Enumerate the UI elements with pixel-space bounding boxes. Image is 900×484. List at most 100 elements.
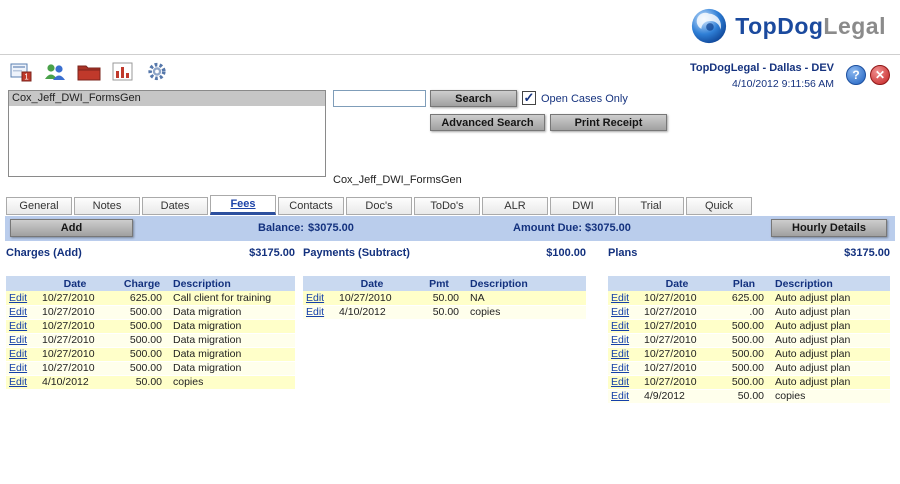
payments-section: Payments (Subtract) $100.00 Date Pmt Des… — [303, 247, 586, 320]
folder-icon[interactable] — [76, 59, 102, 84]
amount-cell: 500.00 — [114, 347, 170, 362]
help-icon[interactable]: ? — [846, 65, 866, 85]
edit-link[interactable]: Edit — [611, 362, 629, 374]
col-header-edit — [608, 276, 638, 291]
contacts-icon[interactable] — [42, 59, 68, 84]
search-button[interactable]: Search — [430, 90, 517, 107]
edit-link[interactable]: Edit — [306, 292, 324, 304]
edit-cell: Edit — [6, 319, 36, 334]
edit-link[interactable]: Edit — [9, 306, 27, 318]
description-cell: Auto adjust plan — [772, 305, 890, 320]
tab-todos[interactable]: ToDo's — [414, 197, 480, 215]
tab-contacts[interactable]: Contacts — [278, 197, 344, 215]
tab-trial[interactable]: Trial — [618, 197, 684, 215]
amount-cell: 50.00 — [114, 375, 170, 390]
edit-link[interactable]: Edit — [611, 376, 629, 388]
description-cell: Auto adjust plan — [772, 361, 890, 376]
table-row: Edit 10/27/2010 625.00 Call client for trai… — [6, 291, 295, 306]
edit-cell: Edit — [608, 319, 638, 334]
edit-link[interactable]: Edit — [611, 306, 629, 318]
edit-link[interactable]: Edit — [9, 348, 27, 360]
edit-cell: Edit — [608, 305, 638, 320]
edit-link[interactable]: Edit — [611, 320, 629, 332]
case-listbox: Cox_Jeff_DWI_FormsGen — [8, 90, 326, 177]
date-cell: 10/27/2010 — [638, 291, 716, 306]
col-header-charge: Charge — [114, 276, 170, 291]
summary-band: Add Balance: $3075.00 Amount Due: $3075.… — [5, 216, 895, 241]
edit-link[interactable]: Edit — [9, 376, 27, 388]
charges-title: Charges (Add) — [6, 247, 82, 259]
chart-icon[interactable] — [110, 59, 136, 84]
edit-link[interactable]: Edit — [611, 292, 629, 304]
table-row: Edit 10/27/2010 500.00 Auto adjust plan — [608, 319, 890, 334]
col-header-description: Description — [772, 276, 890, 291]
payments-table: Date Pmt Description Edit 10/27/2010 50.00… — [303, 276, 586, 320]
amount-cell: 625.00 — [716, 291, 772, 306]
case-list-item[interactable]: Cox_Jeff_DWI_FormsGen — [9, 91, 325, 106]
charges-table: Date Charge Description Edit 10/27/2010 62… — [6, 276, 295, 390]
amount-cell: .00 — [716, 305, 772, 320]
gear-icon[interactable] — [144, 59, 170, 84]
description-cell: Data migration — [170, 319, 295, 334]
print-receipt-button[interactable]: Print Receipt — [550, 114, 667, 131]
case-card-icon[interactable]: 1 — [8, 59, 34, 84]
logo-orb-icon — [692, 8, 727, 44]
description-cell: Auto adjust plan — [772, 347, 890, 362]
app-window: TopDogLegal 1 TopDogLegal - Dallas - DEV… — [0, 0, 900, 484]
table-row: Edit 10/27/2010 500.00 Data migration — [6, 347, 295, 362]
edit-cell: Edit — [608, 333, 638, 348]
window-buttons: ? ✕ — [846, 65, 890, 85]
tab-notes[interactable]: Notes — [74, 197, 140, 215]
description-cell: Auto adjust plan — [772, 319, 890, 334]
col-header-description: Description — [170, 276, 295, 291]
payments-title: Payments (Subtract) — [303, 247, 410, 259]
table-row: Edit 10/27/2010.00 Auto adjust plan — [608, 305, 890, 320]
description-cell: Data migration — [170, 347, 295, 362]
add-button[interactable]: Add — [10, 219, 133, 237]
tab-alr[interactable]: ALR — [482, 197, 548, 215]
tab-docs[interactable]: Doc's — [346, 197, 412, 215]
edit-link[interactable]: Edit — [9, 292, 27, 304]
tab-dwi[interactable]: DWI — [550, 197, 616, 215]
amount-due-label: Amount Due: — [513, 222, 583, 234]
amount-due-value: $3075.00 — [585, 222, 631, 234]
date-cell: 10/27/2010 — [36, 291, 114, 306]
description-cell: copies — [170, 375, 295, 390]
date-cell: 10/27/2010 — [638, 319, 716, 334]
open-cases-checkbox[interactable]: ✓ — [522, 91, 536, 105]
col-header-description: Description — [467, 276, 586, 291]
edit-link[interactable]: Edit — [306, 306, 324, 318]
edit-link[interactable]: Edit — [9, 334, 27, 346]
search-input[interactable] — [333, 90, 426, 107]
amount-cell: 500.00 — [716, 319, 772, 334]
edit-link[interactable]: Edit — [611, 390, 629, 402]
plans-section-head: Plans $3175.00 — [608, 247, 890, 261]
plans-table: Date Plan Description Edit 10/27/2010 625.… — [608, 276, 890, 404]
edit-cell: Edit — [6, 305, 36, 320]
tab-fees[interactable]: Fees — [210, 195, 276, 215]
plans-section: Plans $3175.00 Date Plan Description Edi… — [608, 247, 890, 404]
description-cell: Auto adjust plan — [772, 291, 890, 306]
tab-quick[interactable]: Quick — [686, 197, 752, 215]
edit-link[interactable]: Edit — [611, 334, 629, 346]
amount-cell: 50.00 — [716, 389, 772, 404]
tab-general[interactable]: General — [6, 197, 72, 215]
hourly-details-button[interactable]: Hourly Details — [771, 219, 887, 237]
edit-link[interactable]: Edit — [9, 320, 27, 332]
edit-link[interactable]: Edit — [9, 362, 27, 374]
tab-dates[interactable]: Dates — [142, 197, 208, 215]
description-cell: Auto adjust plan — [772, 375, 890, 390]
advanced-search-button[interactable]: Advanced Search — [430, 114, 545, 131]
edit-link[interactable]: Edit — [611, 348, 629, 360]
description-cell: Data migration — [170, 361, 295, 376]
amount-cell: 500.00 — [716, 347, 772, 362]
close-icon[interactable]: ✕ — [870, 65, 890, 85]
date-cell: 4/10/2012 — [36, 375, 114, 390]
date-cell: 10/27/2010 — [36, 333, 114, 348]
col-header-date: Date — [36, 276, 114, 291]
description-cell: Auto adjust plan — [772, 333, 890, 348]
date-cell: 10/27/2010 — [638, 347, 716, 362]
plans-title: Plans — [608, 247, 638, 259]
date-cell: 10/27/2010 — [36, 347, 114, 362]
col-header-date: Date — [638, 276, 716, 291]
